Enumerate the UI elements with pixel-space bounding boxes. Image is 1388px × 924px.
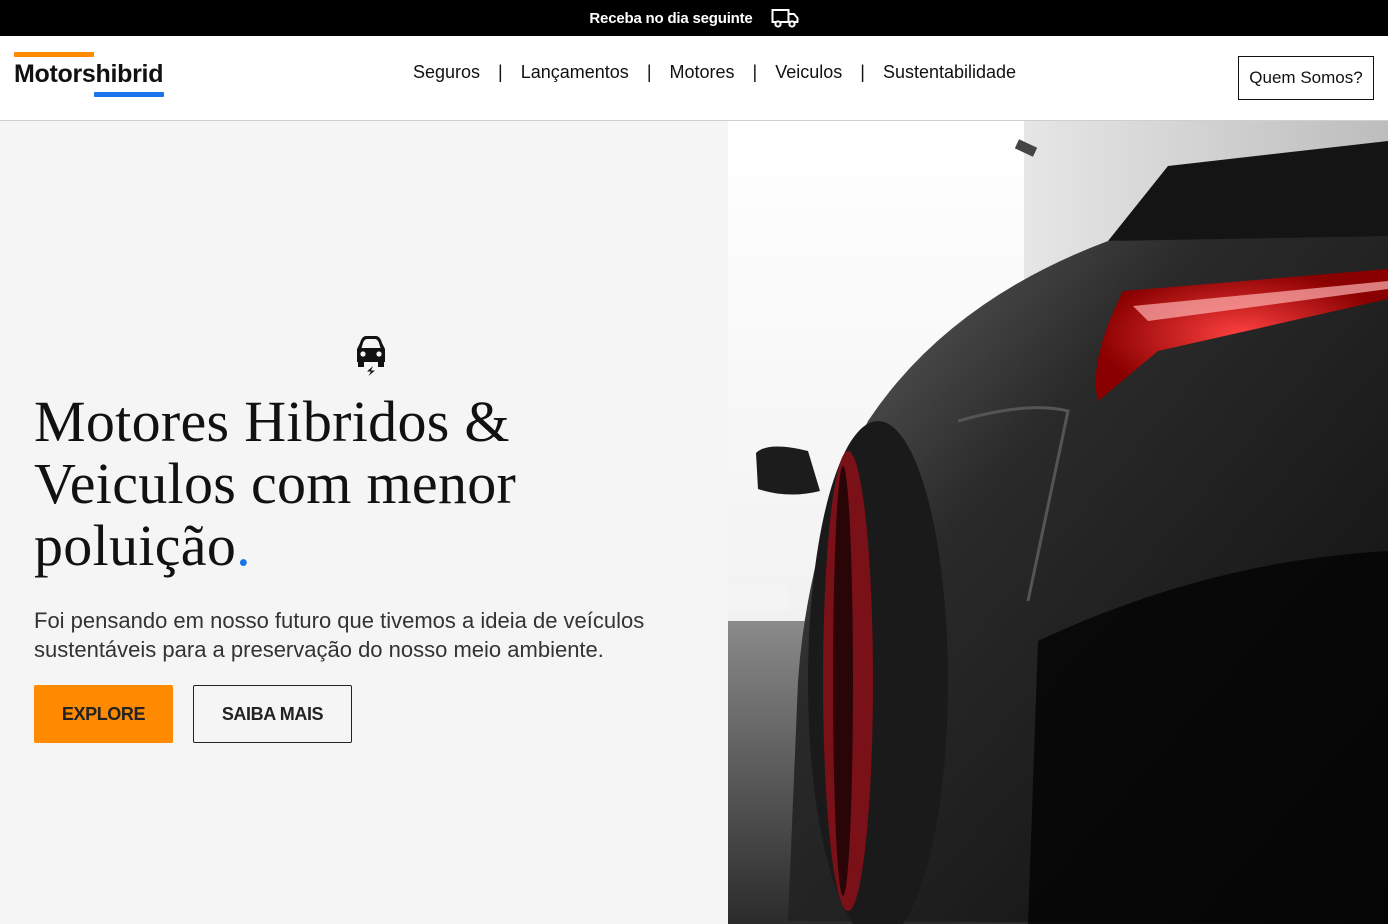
logo-text: Motorshibrid <box>14 60 164 88</box>
site-header: Motorshibrid Seguros | Lançamentos | Mot… <box>0 36 1388 121</box>
hero-section: Motores Hibridos & Veiculos com menor po… <box>0 121 728 924</box>
nav-separator: | <box>646 62 652 82</box>
nav-item-sustentabilidade[interactable]: Sustentabilidade <box>883 62 1016 83</box>
main-nav: Seguros | Lançamentos | Motores | Veicul… <box>413 62 1016 83</box>
sports-car-photo <box>728 121 1388 924</box>
hero-title-text: Motores Hibridos & Veiculos com menor po… <box>34 389 517 578</box>
nav-item-lancamentos[interactable]: Lançamentos <box>521 62 629 83</box>
nav-separator: | <box>752 62 758 82</box>
logo-orange-bar <box>14 52 94 57</box>
nav-separator: | <box>498 62 503 82</box>
learn-more-button[interactable]: SAIBA MAIS <box>193 685 352 743</box>
explore-button[interactable]: EXPLORE <box>34 685 173 743</box>
announcement-bar: Receba no dia seguinte <box>0 0 1388 36</box>
nav-item-seguros[interactable]: Seguros <box>413 62 480 83</box>
nav-item-motores[interactable]: Motores <box>670 62 735 83</box>
nav-separator: | <box>860 62 865 82</box>
site-logo[interactable]: Motorshibrid <box>14 52 166 98</box>
hero-subtitle: Foi pensando em nosso futuro que tivemos… <box>34 608 645 662</box>
truck-icon <box>771 7 799 29</box>
announcement-text: Receba no dia seguinte <box>589 9 753 27</box>
logo-blue-bar <box>94 92 164 97</box>
about-us-button[interactable]: Quem Somos? <box>1238 56 1374 100</box>
electric-car-icon <box>354 333 388 377</box>
nav-item-veiculos[interactable]: Veiculos <box>775 62 842 83</box>
hero-title-dot: . <box>236 513 251 578</box>
hero-title: Motores Hibridos & Veiculos com menor po… <box>34 391 674 577</box>
